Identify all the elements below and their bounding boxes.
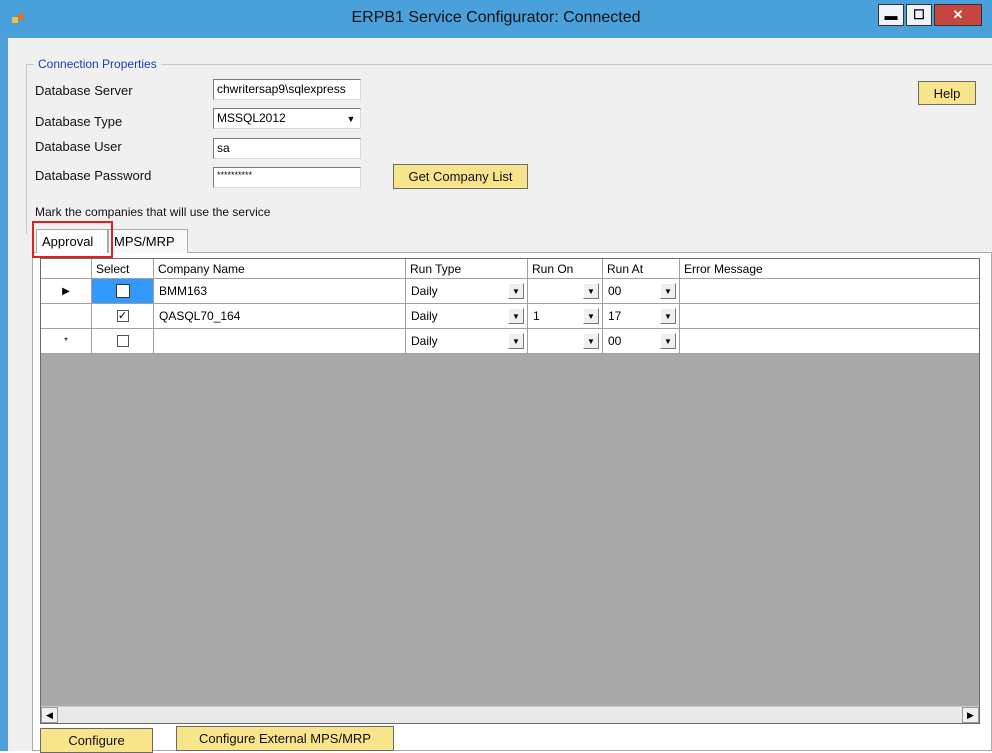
column-header-error-message[interactable]: Error Message bbox=[680, 259, 979, 279]
get-company-list-button[interactable]: Get Company List bbox=[393, 164, 528, 189]
connection-properties-legend: Connection Properties bbox=[34, 57, 161, 71]
minimize-icon: ▬ bbox=[884, 7, 898, 23]
select-checkbox[interactable]: ✓ bbox=[116, 310, 129, 322]
column-header-run-type[interactable]: Run Type bbox=[406, 259, 528, 279]
run-type-cell[interactable]: Daily ▼ bbox=[406, 279, 528, 304]
minimize-button[interactable]: ▬ bbox=[878, 4, 904, 26]
chevron-down-icon[interactable]: ▼ bbox=[660, 283, 676, 299]
table-row[interactable]: ▶ BMM163 Daily ▼ ▼ 00 ▼ bbox=[41, 279, 979, 304]
configure-external-mps-mrp-button[interactable]: Configure External MPS/MRP bbox=[176, 726, 394, 751]
mark-companies-label: Mark the companies that will use the ser… bbox=[35, 205, 271, 219]
run-on-cell[interactable]: ▼ bbox=[528, 279, 603, 304]
run-on-cell[interactable]: ▼ bbox=[528, 329, 603, 354]
database-server-label: Database Server bbox=[35, 83, 133, 98]
run-at-cell[interactable]: 17 ▼ bbox=[603, 304, 680, 329]
close-icon: ✕ bbox=[952, 7, 964, 22]
scroll-left-button[interactable]: ◀ bbox=[41, 707, 58, 723]
run-type-value: Daily bbox=[411, 284, 438, 298]
arrow-right-icon: ▶ bbox=[967, 709, 974, 720]
chevron-down-icon[interactable]: ▼ bbox=[583, 333, 599, 349]
select-cell[interactable] bbox=[92, 329, 154, 354]
close-button[interactable]: ✕ bbox=[934, 4, 982, 26]
chevron-down-icon[interactable]: ▼ bbox=[583, 308, 599, 324]
run-on-cell[interactable]: 1 ▼ bbox=[528, 304, 603, 329]
select-checkbox[interactable] bbox=[115, 284, 130, 298]
row-header-corner bbox=[41, 259, 92, 279]
configure-button[interactable]: Configure bbox=[40, 728, 153, 753]
database-user-label: Database User bbox=[35, 139, 122, 154]
column-header-run-at[interactable]: Run At bbox=[603, 259, 680, 279]
tab-mps-mrp[interactable]: MPS/MRP bbox=[108, 229, 188, 253]
database-type-value: MSSQL2012 bbox=[217, 111, 286, 125]
chevron-down-icon: ▼ bbox=[346, 113, 356, 124]
chevron-down-icon[interactable]: ▼ bbox=[660, 333, 676, 349]
title-bar[interactable]: ERPB1 Service Configurator: Connected ▬ … bbox=[0, 0, 992, 38]
table-row-new[interactable]: * Daily ▼ ▼ 00 ▼ bbox=[41, 329, 979, 354]
error-message-cell[interactable] bbox=[680, 304, 979, 329]
approval-tab-highlight bbox=[32, 221, 113, 258]
company-grid[interactable]: Select Company Name Run Type Run On Run … bbox=[40, 258, 980, 724]
column-header-company-name[interactable]: Company Name bbox=[154, 259, 406, 279]
run-at-cell[interactable]: 00 ▼ bbox=[603, 329, 680, 354]
arrow-left-icon: ◀ bbox=[46, 709, 53, 720]
database-type-select[interactable]: MSSQL2012 ▼ bbox=[213, 108, 361, 129]
column-header-run-on[interactable]: Run On bbox=[528, 259, 603, 279]
run-at-value: 17 bbox=[608, 309, 622, 323]
run-at-value: 00 bbox=[608, 284, 622, 298]
horizontal-scrollbar[interactable]: ◀ ▶ bbox=[41, 706, 979, 723]
chevron-down-icon[interactable]: ▼ bbox=[508, 283, 524, 299]
table-row[interactable]: ✓ QASQL70_164 Daily ▼ 1 ▼ 17 ▼ bbox=[41, 304, 979, 329]
error-message-cell[interactable] bbox=[680, 279, 979, 304]
chevron-down-icon[interactable]: ▼ bbox=[660, 308, 676, 324]
window-title: ERPB1 Service Configurator: Connected bbox=[351, 9, 641, 26]
maximize-button[interactable]: ☐ bbox=[906, 4, 932, 26]
grid-header: Select Company Name Run Type Run On Run … bbox=[41, 259, 979, 279]
maximize-icon: ☐ bbox=[913, 7, 925, 22]
row-indicator: ▶ bbox=[41, 279, 92, 304]
company-name-cell[interactable]: QASQL70_164 bbox=[154, 304, 406, 329]
select-checkbox[interactable] bbox=[116, 335, 129, 347]
client-area: Connection Properties Database Server ch… bbox=[8, 38, 992, 753]
run-type-cell[interactable]: Daily ▼ bbox=[406, 304, 528, 329]
chevron-down-icon[interactable]: ▼ bbox=[508, 333, 524, 349]
company-name-cell[interactable]: BMM163 bbox=[154, 279, 406, 304]
database-user-input[interactable]: sa bbox=[213, 138, 361, 159]
database-password-label: Database Password bbox=[35, 168, 152, 183]
row-indicator: * bbox=[41, 329, 92, 354]
column-header-select[interactable]: Select bbox=[92, 259, 154, 279]
error-message-cell[interactable] bbox=[680, 329, 979, 354]
run-type-value: Daily bbox=[411, 309, 438, 323]
run-at-cell[interactable]: 00 ▼ bbox=[603, 279, 680, 304]
chevron-down-icon[interactable]: ▼ bbox=[508, 308, 524, 324]
run-type-value: Daily bbox=[411, 334, 438, 348]
company-name-cell[interactable] bbox=[154, 329, 406, 354]
run-on-value: 1 bbox=[533, 309, 540, 323]
database-password-input[interactable]: ********** bbox=[213, 167, 361, 188]
database-server-input[interactable]: chwritersap9\sqlexpress bbox=[213, 79, 361, 100]
database-type-label: Database Type bbox=[35, 114, 123, 129]
scroll-right-button[interactable]: ▶ bbox=[962, 707, 979, 723]
run-type-cell[interactable]: Daily ▼ bbox=[406, 329, 528, 354]
help-button[interactable]: Help bbox=[918, 81, 976, 105]
app-window: ERPB1 Service Configurator: Connected ▬ … bbox=[0, 0, 992, 753]
select-cell[interactable]: ✓ bbox=[92, 304, 154, 329]
chevron-down-icon[interactable]: ▼ bbox=[583, 283, 599, 299]
run-at-value: 00 bbox=[608, 334, 622, 348]
select-cell[interactable] bbox=[92, 279, 154, 304]
row-indicator bbox=[41, 304, 92, 329]
